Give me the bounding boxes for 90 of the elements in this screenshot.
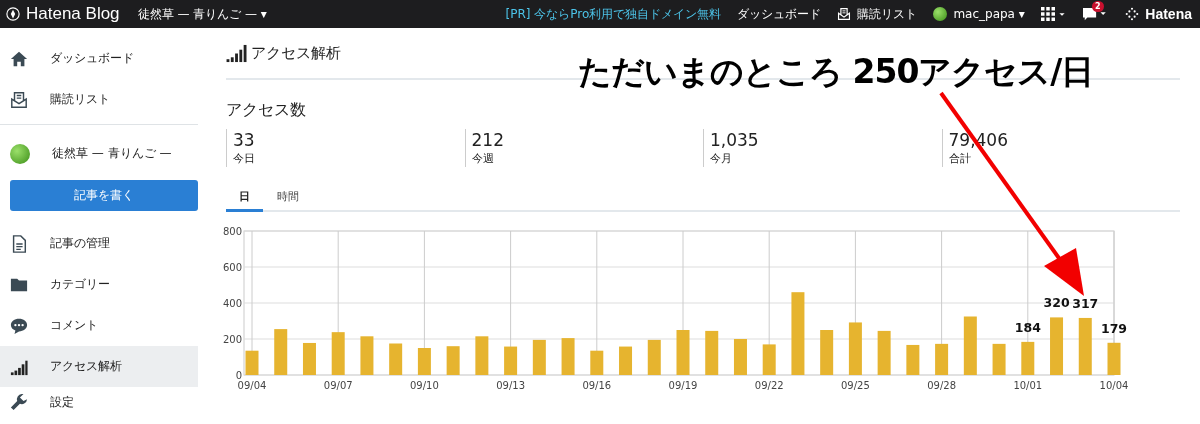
sidebar-item[interactable]: 設定 [0, 387, 198, 417]
x-axis-label: 09/19 [668, 380, 698, 391]
stat-label: 合計 [948, 151, 972, 166]
dashboard-link[interactable]: ダッシュボード [737, 5, 822, 23]
bar [963, 316, 977, 375]
bar [733, 339, 747, 375]
x-axis-label: 09/04 [237, 380, 267, 391]
sidebar-item[interactable]: 徒然草 — 青りんご — [0, 133, 198, 174]
blog-avatar [10, 143, 30, 164]
section-title: アクセス数 [226, 100, 307, 121]
bar [274, 329, 288, 375]
value-label: 179 [1100, 320, 1128, 336]
user-avatar[interactable] [933, 7, 948, 21]
value-label: 317 [1072, 295, 1099, 311]
y-axis-label: 800 [222, 226, 242, 237]
wrench-icon [10, 393, 28, 411]
x-axis-label: 09/25 [841, 380, 870, 391]
bar [1050, 317, 1064, 375]
x-axis-label: 10/04 [1099, 380, 1129, 391]
sidebar-item[interactable]: 記事の管理 [0, 223, 198, 264]
bar [245, 350, 259, 375]
speech-bubble-icon [10, 316, 28, 335]
bar [504, 346, 518, 375]
x-axis-label: 09/07 [323, 380, 353, 391]
pen-nib-icon [6, 7, 20, 21]
notification-badge: 2 [1092, 1, 1104, 12]
x-axis-label: 09/28 [927, 380, 956, 391]
bar [360, 336, 374, 375]
bar [619, 346, 633, 375]
bar [475, 336, 489, 375]
bar [389, 343, 403, 375]
user-menu[interactable]: mac_papa ▾ [953, 7, 1025, 21]
x-axis-label: 09/13 [496, 380, 525, 391]
bar [992, 343, 1006, 375]
value-label: 184 [1014, 319, 1041, 335]
bar [331, 332, 345, 375]
x-axis-label: 09/16 [582, 380, 612, 391]
bar [532, 339, 546, 375]
envelope-icon [837, 7, 852, 21]
bar [762, 344, 776, 375]
stat-label: 今月 [710, 151, 733, 166]
bar [705, 330, 719, 375]
write-post-button[interactable]: 記事を書く [10, 180, 198, 211]
envelope-icon [10, 90, 28, 109]
bar [877, 330, 891, 375]
bar [647, 339, 661, 375]
stat-label: 今日 [233, 151, 256, 166]
reading-list-link[interactable]: 購読リスト [857, 5, 918, 23]
stat-label: 今週 [471, 151, 495, 166]
bar [848, 322, 862, 375]
tab[interactable]: 時間 [263, 185, 313, 210]
y-axis-label: 200 [222, 334, 242, 345]
x-axis-label: 09/10 [410, 380, 439, 391]
bar [417, 348, 431, 375]
x-axis-label: 10/01 [1013, 380, 1043, 391]
annotation-text: ただいまのところ 250アクセス/日 [578, 51, 1094, 93]
y-axis-label: 400 [222, 298, 242, 309]
bar [446, 346, 460, 375]
stat-value: 33 [233, 131, 256, 150]
bar [1078, 317, 1092, 375]
signal-bars-icon [226, 43, 248, 63]
sidebar-item[interactable]: コメント [0, 305, 198, 346]
bar [561, 338, 575, 375]
hatena-logo[interactable]: Hatena [1145, 6, 1192, 22]
dots-diamond-icon [1125, 7, 1140, 21]
blog-switcher[interactable]: 徒然草 — 青りんご — ▾ [137, 5, 267, 23]
bar [906, 344, 920, 375]
sidebar-item[interactable]: ダッシュボード [0, 38, 198, 79]
bar [1021, 341, 1035, 375]
site-logo[interactable]: Hatena Blog [26, 4, 120, 24]
bar [590, 350, 604, 375]
page-title: アクセス解析 [251, 43, 341, 63]
bar [820, 330, 834, 375]
value-label: 320 [1043, 295, 1070, 311]
tab[interactable]: 日 [226, 185, 263, 212]
y-axis-label: 0 [235, 370, 242, 381]
sidebar-item[interactable]: アクセス解析 [0, 346, 198, 387]
bar [1107, 342, 1121, 375]
bar [676, 330, 690, 375]
stat-value: 1,035 [710, 131, 760, 150]
document-icon [10, 234, 28, 253]
y-axis-label: 600 [222, 262, 242, 273]
x-axis-label: 09/22 [754, 380, 784, 391]
sidebar-item[interactable]: 購読リスト [0, 79, 198, 120]
stat-value: 212 [471, 131, 505, 150]
promo-link[interactable]: [PR] 今ならPro利用で独自ドメイン無料 [505, 5, 722, 23]
bar [935, 343, 949, 375]
sidebar-item[interactable]: カテゴリー [0, 264, 198, 305]
bar [302, 342, 316, 375]
house-icon [10, 49, 28, 68]
